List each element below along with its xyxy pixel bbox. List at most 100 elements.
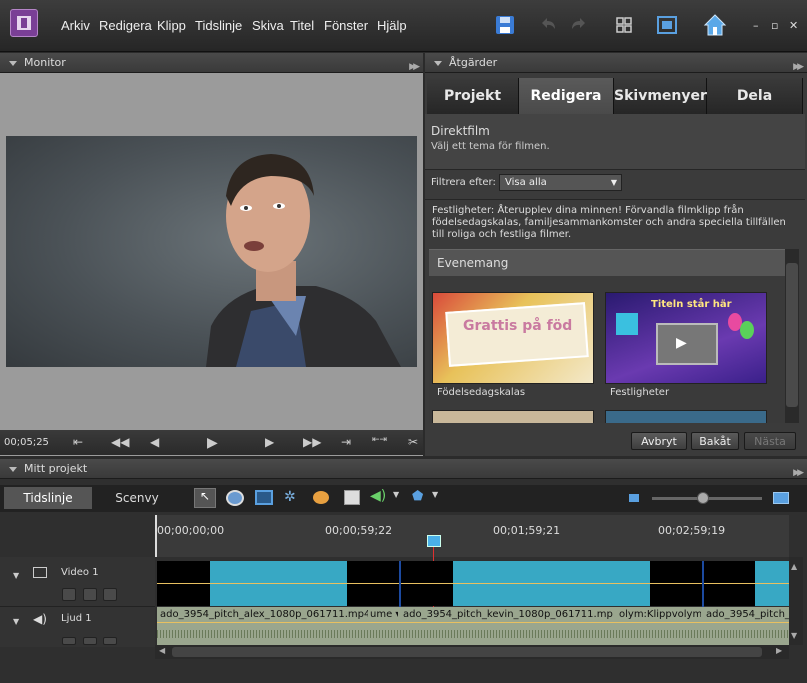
theme-thumb-partial[interactable] xyxy=(605,410,767,423)
video-track-label: Video 1 xyxy=(61,567,99,578)
panel-menu-icon[interactable]: ▶▶ xyxy=(793,57,804,77)
organizer-icon[interactable] xyxy=(613,14,635,36)
cancel-button[interactable]: Avbryt xyxy=(631,432,687,450)
step-forward-icon[interactable]: ▶ xyxy=(265,435,274,449)
play-icon[interactable]: ▶ xyxy=(207,435,218,451)
zoom-out-icon[interactable] xyxy=(629,494,639,502)
tab-scenvy[interactable]: Scenvy xyxy=(92,487,182,509)
scroll-up-icon[interactable]: ▲ xyxy=(791,562,797,571)
scrollbar-thumb[interactable] xyxy=(172,647,762,657)
audio-clip-label: olym:Klippvolym ▾ xyxy=(619,609,701,620)
add-keyframe-button[interactable] xyxy=(83,588,97,601)
scrollbar-thumb[interactable] xyxy=(786,263,798,407)
theme-thumb-festligheter[interactable]: Titeln står här ▶ xyxy=(605,292,767,384)
fast-forward-icon[interactable]: ▶▶ xyxy=(303,435,321,449)
section-title: Direktfilm xyxy=(431,124,490,138)
rewind-icon[interactable]: ◀◀ xyxy=(111,435,129,449)
collapse-icon[interactable] xyxy=(9,467,17,472)
ruler-label: 00;00;00;00 xyxy=(157,524,225,537)
split-clip-icon[interactable]: ✂ xyxy=(408,435,418,449)
play-icon: ▶ xyxy=(676,335,687,351)
menu-fonster[interactable]: Fönster xyxy=(324,18,368,33)
tab-redigera[interactable]: Redigera xyxy=(519,78,614,114)
filter-select[interactable]: Visa alla ▼ xyxy=(499,174,622,191)
menu-tidslinje[interactable]: Tidslinje xyxy=(195,18,242,33)
effects-icon[interactable] xyxy=(313,491,329,504)
divider xyxy=(425,169,805,170)
presenter-image xyxy=(206,154,401,367)
app-logo-icon[interactable] xyxy=(10,9,38,37)
menu-hjalp[interactable]: Hjälp xyxy=(377,18,407,33)
next-keyframe-button[interactable] xyxy=(103,588,117,601)
audio-clip-label: ado_3954_pitch_alex_1080p_061711.mp4 [A] xyxy=(160,609,368,620)
fullscreen-icon[interactable] xyxy=(656,14,678,36)
minimize-button[interactable]: – xyxy=(753,19,759,32)
next-keyframe-button[interactable] xyxy=(103,637,117,645)
time-stretch-icon[interactable] xyxy=(226,490,244,506)
monitor-header: Monitor ▶▶ xyxy=(0,53,423,73)
scroll-left-icon[interactable]: ◀ xyxy=(159,646,165,655)
selection-tool-icon[interactable]: ↖ xyxy=(194,488,216,508)
tab-skivmenyer[interactable]: Skivmenyer xyxy=(614,78,707,114)
audio-icon[interactable]: ◀) xyxy=(370,488,386,504)
collapse-icon[interactable] xyxy=(434,61,442,66)
step-back-icon[interactable]: ◀ xyxy=(150,435,159,449)
playhead-marker-icon[interactable] xyxy=(427,535,441,547)
chevron-down-icon[interactable]: ▼ xyxy=(393,490,399,499)
tab-projekt[interactable]: Projekt xyxy=(427,78,519,114)
prev-keyframe-button[interactable] xyxy=(62,588,76,601)
zoom-slider-handle[interactable] xyxy=(697,492,709,504)
video-track-icon xyxy=(33,567,47,578)
home-icon[interactable] xyxy=(702,12,728,38)
panel-menu-icon[interactable]: ▶▶ xyxy=(793,463,804,483)
maximize-button[interactable]: ▫ xyxy=(771,19,778,32)
smart-fix-icon[interactable] xyxy=(255,490,273,505)
next-button[interactable]: Nästa xyxy=(744,432,796,450)
menu-redigera[interactable]: Redigera xyxy=(99,18,152,33)
volume-line[interactable] xyxy=(157,622,789,623)
properties-icon[interactable] xyxy=(344,490,360,505)
collapse-icon[interactable] xyxy=(9,61,17,66)
audio-clip-label: ado_3954_pitch_b xyxy=(706,609,789,620)
scroll-down-icon[interactable]: ▼ xyxy=(791,631,797,640)
opacity-line[interactable] xyxy=(157,583,789,584)
marker-icon[interactable]: ⬟ xyxy=(412,489,423,504)
prev-keyframe-button[interactable] xyxy=(62,637,76,645)
speaker-icon: ◀) xyxy=(33,612,47,626)
go-to-end-icon[interactable]: ⇥ xyxy=(341,435,351,449)
video-preview xyxy=(6,136,417,367)
menu-skiva[interactable]: Skiva xyxy=(252,18,284,33)
audio-track-label: Ljud 1 xyxy=(61,613,92,624)
section-subtitle: Välj ett tema för filmen. xyxy=(431,141,550,152)
theme-thumb-fodelsedagskalas[interactable]: Grattis på föd xyxy=(432,292,594,384)
back-button[interactable]: Bakåt xyxy=(691,432,739,450)
audio-clip-label: ume ▾ xyxy=(370,609,398,620)
undo-icon[interactable] xyxy=(537,14,559,36)
tab-dela[interactable]: Dela xyxy=(707,78,803,114)
menu-arkiv[interactable]: Arkiv xyxy=(61,18,90,33)
thumb-overlay-text: Grattis på föd xyxy=(463,318,573,334)
chevron-down-icon[interactable]: ▼ xyxy=(432,490,438,499)
scrollbar[interactable] xyxy=(785,249,799,423)
trim-icon[interactable]: ⇤⇥ xyxy=(372,435,387,445)
project-header: Mitt projekt ▶▶ xyxy=(0,459,807,479)
theme-thumb-partial[interactable] xyxy=(432,410,594,423)
panel-menu-icon[interactable]: ▶▶ xyxy=(409,57,420,77)
redo-icon[interactable] xyxy=(568,14,590,36)
chevron-down-icon[interactable]: ▼ xyxy=(13,571,19,580)
ruler-label: 00;01;59;21 xyxy=(493,524,561,537)
scroll-right-icon[interactable]: ▶ xyxy=(776,646,782,655)
menu-titel[interactable]: Titel xyxy=(290,18,314,33)
add-keyframe-button[interactable] xyxy=(83,637,97,645)
motion-tracking-icon[interactable]: ✲ xyxy=(284,489,296,505)
tab-tidslinje[interactable]: Tidslinje xyxy=(4,487,92,509)
menu-klipp[interactable]: Klipp xyxy=(157,18,186,33)
chevron-down-icon[interactable]: ▼ xyxy=(13,617,19,626)
go-to-start-icon[interactable]: ⇤ xyxy=(73,435,83,449)
save-icon[interactable] xyxy=(494,14,516,36)
zoom-in-icon[interactable] xyxy=(773,492,789,504)
close-button[interactable]: ✕ xyxy=(789,19,798,32)
filter-label: Filtrera efter: xyxy=(431,177,496,188)
ruler-label: 00;02;59;19 xyxy=(658,524,726,537)
timecode-display[interactable]: 00;05;25 xyxy=(4,437,49,448)
